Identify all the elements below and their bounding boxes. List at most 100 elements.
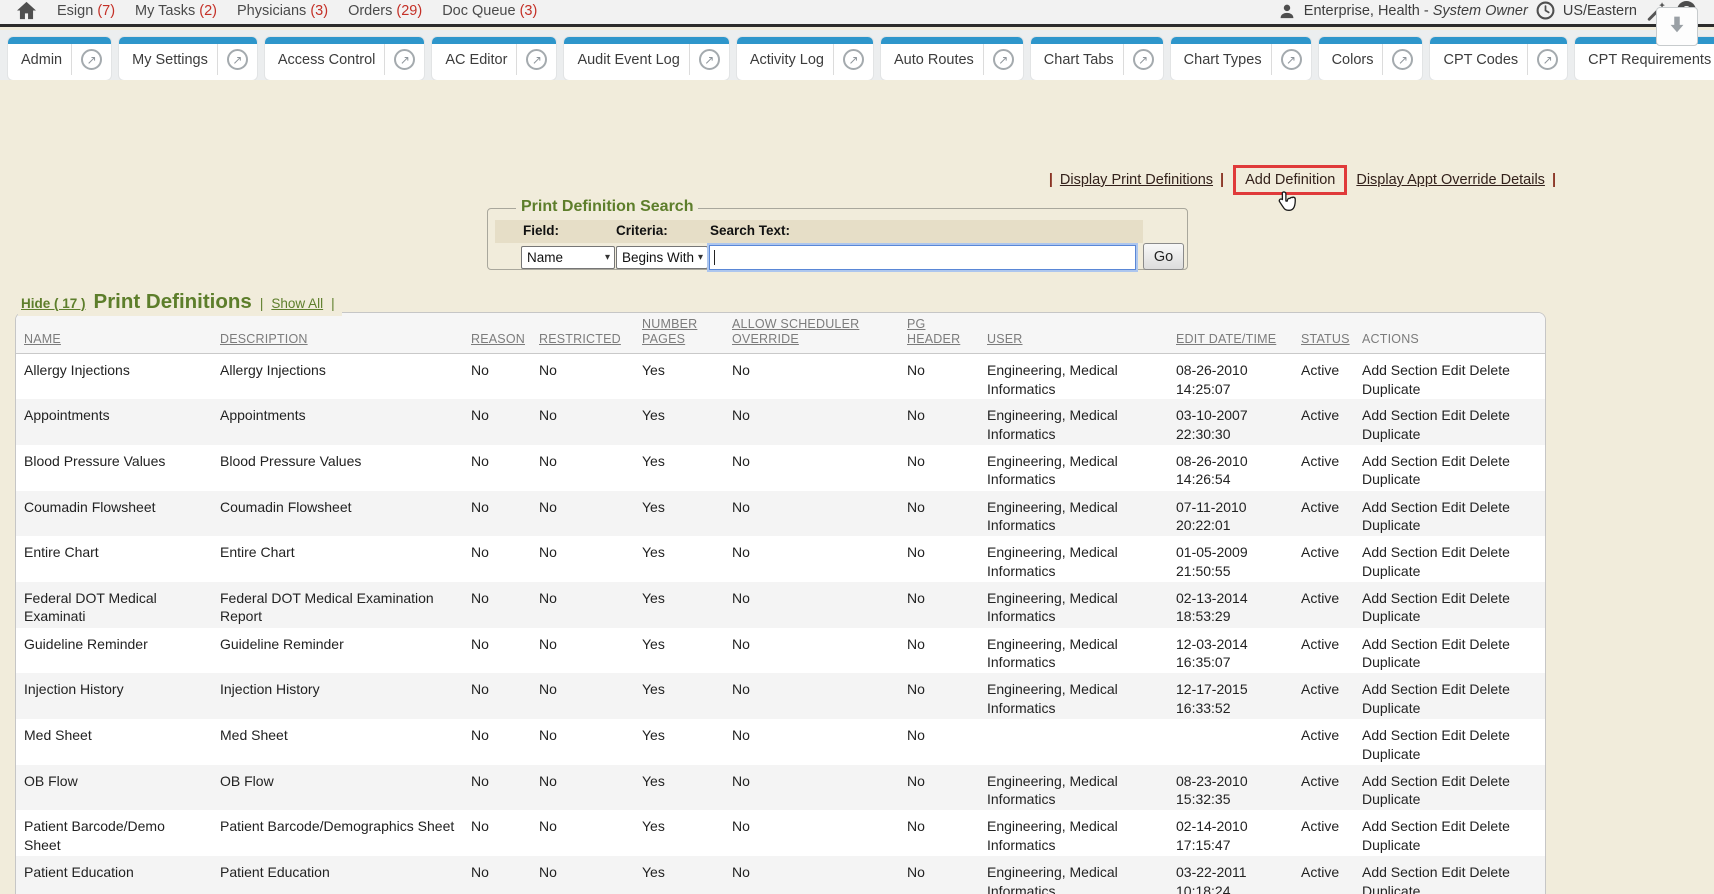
admin-tab-activity-log[interactable]: Activity Log↗ — [737, 37, 873, 80]
row-action-edit[interactable]: Edit — [1441, 362, 1465, 378]
row-action-delete[interactable]: Delete — [1469, 544, 1509, 560]
go-button[interactable]: Go — [1143, 243, 1184, 270]
row-action-add-section[interactable]: Add Section — [1362, 590, 1438, 606]
admin-tab-my-settings[interactable]: My Settings↗ — [119, 37, 257, 80]
display-print-definitions-link[interactable]: Display Print Definitions — [1060, 172, 1213, 188]
top-nav-item[interactable]: My Tasks (2) — [135, 3, 217, 19]
row-action-delete[interactable]: Delete — [1469, 499, 1509, 515]
row-action-duplicate[interactable]: Duplicate — [1362, 471, 1420, 487]
row-action-edit[interactable]: Edit — [1441, 773, 1465, 789]
row-action-duplicate[interactable]: Duplicate — [1362, 883, 1420, 894]
col-header-description[interactable]: DESCRIPTION — [212, 313, 463, 354]
admin-tab-audit-event-log[interactable]: Audit Event Log↗ — [564, 37, 728, 80]
admin-tab-ac-editor[interactable]: AC Editor↗ — [432, 37, 556, 80]
search-text-input[interactable] — [709, 245, 1136, 270]
row-action-delete[interactable]: Delete — [1469, 453, 1509, 469]
row-action-duplicate[interactable]: Duplicate — [1362, 426, 1420, 442]
clock-icon[interactable] — [1536, 1, 1555, 20]
row-action-edit[interactable]: Edit — [1441, 727, 1465, 743]
col-header-restricted[interactable]: RESTRICTED — [531, 313, 634, 354]
popout-arrow-icon[interactable]: ↗ — [1537, 49, 1558, 70]
admin-tab-auto-routes[interactable]: Auto Routes↗ — [881, 37, 1023, 80]
row-action-delete[interactable]: Delete — [1469, 590, 1509, 606]
row-action-edit[interactable]: Edit — [1441, 681, 1465, 697]
popout-arrow-icon[interactable]: ↗ — [227, 49, 248, 70]
cell-edit_datetime: 02-13-2014 18:53:29 — [1168, 582, 1293, 628]
row-action-add-section[interactable]: Add Section — [1362, 636, 1438, 652]
row-action-edit[interactable]: Edit — [1441, 636, 1465, 652]
row-action-add-section[interactable]: Add Section — [1362, 773, 1438, 789]
row-action-add-section[interactable]: Add Section — [1362, 544, 1438, 560]
row-action-add-section[interactable]: Add Section — [1362, 727, 1438, 743]
row-action-duplicate[interactable]: Duplicate — [1362, 791, 1420, 807]
add-definition-link[interactable]: Add Definition — [1245, 172, 1335, 188]
col-header-edit_datetime[interactable]: EDIT DATE/TIME — [1168, 313, 1293, 354]
col-header-name[interactable]: NAME — [16, 313, 212, 354]
col-header-number_pages[interactable]: NUMBERPAGES — [634, 313, 724, 354]
row-action-add-section[interactable]: Add Section — [1362, 453, 1438, 469]
row-action-add-section[interactable]: Add Section — [1362, 864, 1438, 880]
top-nav-item[interactable]: Orders (29) — [348, 3, 422, 19]
row-action-delete[interactable]: Delete — [1469, 864, 1509, 880]
admin-tab-chart-types[interactable]: Chart Types↗ — [1171, 37, 1311, 80]
tabs-overflow-button[interactable] — [1656, 7, 1698, 46]
col-header-user[interactable]: USER — [979, 313, 1168, 354]
row-action-delete[interactable]: Delete — [1469, 681, 1509, 697]
admin-tab-chart-tabs[interactable]: Chart Tabs↗ — [1031, 37, 1163, 80]
row-action-edit[interactable]: Edit — [1441, 590, 1465, 606]
row-action-delete[interactable]: Delete — [1469, 773, 1509, 789]
row-action-edit[interactable]: Edit — [1441, 818, 1465, 834]
row-action-delete[interactable]: Delete — [1469, 407, 1509, 423]
row-action-duplicate[interactable]: Duplicate — [1362, 517, 1420, 533]
row-action-delete[interactable]: Delete — [1469, 727, 1509, 743]
row-action-add-section[interactable]: Add Section — [1362, 362, 1438, 378]
col-header-pg_header[interactable]: PGHEADER — [899, 313, 979, 354]
row-action-edit[interactable]: Edit — [1441, 453, 1465, 469]
row-action-add-section[interactable]: Add Section — [1362, 407, 1438, 423]
admin-tab-colors[interactable]: Colors↗ — [1319, 37, 1423, 80]
popout-arrow-icon[interactable]: ↗ — [843, 49, 864, 70]
popout-arrow-icon[interactable]: ↗ — [394, 49, 415, 70]
top-nav-item[interactable]: Esign (7) — [57, 3, 115, 19]
admin-tab-cpt-codes[interactable]: CPT Codes↗ — [1430, 37, 1567, 80]
col-header-status[interactable]: STATUS — [1293, 313, 1354, 354]
top-nav-item[interactable]: Doc Queue (3) — [442, 3, 537, 19]
row-action-duplicate[interactable]: Duplicate — [1362, 654, 1420, 670]
row-action-edit[interactable]: Edit — [1441, 499, 1465, 515]
popout-arrow-icon[interactable]: ↗ — [526, 49, 547, 70]
row-action-edit[interactable]: Edit — [1441, 407, 1465, 423]
row-action-duplicate[interactable]: Duplicate — [1362, 837, 1420, 853]
row-action-add-section[interactable]: Add Section — [1362, 681, 1438, 697]
hide-link[interactable]: Hide ( 17 ) — [21, 296, 86, 311]
row-action-edit[interactable]: Edit — [1441, 544, 1465, 560]
row-action-duplicate[interactable]: Duplicate — [1362, 746, 1420, 762]
row-action-duplicate[interactable]: Duplicate — [1362, 700, 1420, 716]
row-action-delete[interactable]: Delete — [1469, 818, 1509, 834]
row-action-add-section[interactable]: Add Section — [1362, 499, 1438, 515]
row-action-edit[interactable]: Edit — [1441, 864, 1465, 880]
home-icon[interactable] — [16, 1, 37, 20]
display-appt-override-details-link[interactable]: Display Appt Override Details — [1356, 172, 1545, 188]
criteria-select[interactable]: Begins With▾ — [616, 246, 708, 269]
field-select[interactable]: Name▾ — [521, 246, 615, 269]
admin-tab-access-control[interactable]: Access Control↗ — [265, 37, 425, 80]
popout-arrow-icon[interactable]: ↗ — [1392, 49, 1413, 70]
popout-arrow-icon[interactable]: ↗ — [81, 49, 102, 70]
row-action-delete[interactable]: Delete — [1469, 362, 1509, 378]
timezone-label[interactable]: US/Eastern — [1563, 3, 1637, 19]
row-action-duplicate[interactable]: Duplicate — [1362, 608, 1420, 624]
row-action-duplicate[interactable]: Duplicate — [1362, 563, 1420, 579]
popout-arrow-icon[interactable]: ↗ — [993, 49, 1014, 70]
popout-arrow-icon[interactable]: ↗ — [699, 49, 720, 70]
row-action-delete[interactable]: Delete — [1469, 636, 1509, 652]
col-header-reason[interactable]: REASON — [463, 313, 531, 354]
top-nav-item[interactable]: Physicians (3) — [237, 3, 328, 19]
row-action-duplicate[interactable]: Duplicate — [1362, 381, 1420, 397]
admin-tab-admin[interactable]: Admin↗ — [8, 37, 111, 80]
popout-arrow-icon[interactable]: ↗ — [1133, 49, 1154, 70]
show-all-link[interactable]: Show All — [271, 296, 323, 311]
cell-allow_scheduler_override: No — [724, 673, 899, 719]
row-action-add-section[interactable]: Add Section — [1362, 818, 1438, 834]
popout-arrow-icon[interactable]: ↗ — [1281, 49, 1302, 70]
col-header-allow_scheduler_override[interactable]: ALLOW SCHEDULEROVERRIDE — [724, 313, 899, 354]
